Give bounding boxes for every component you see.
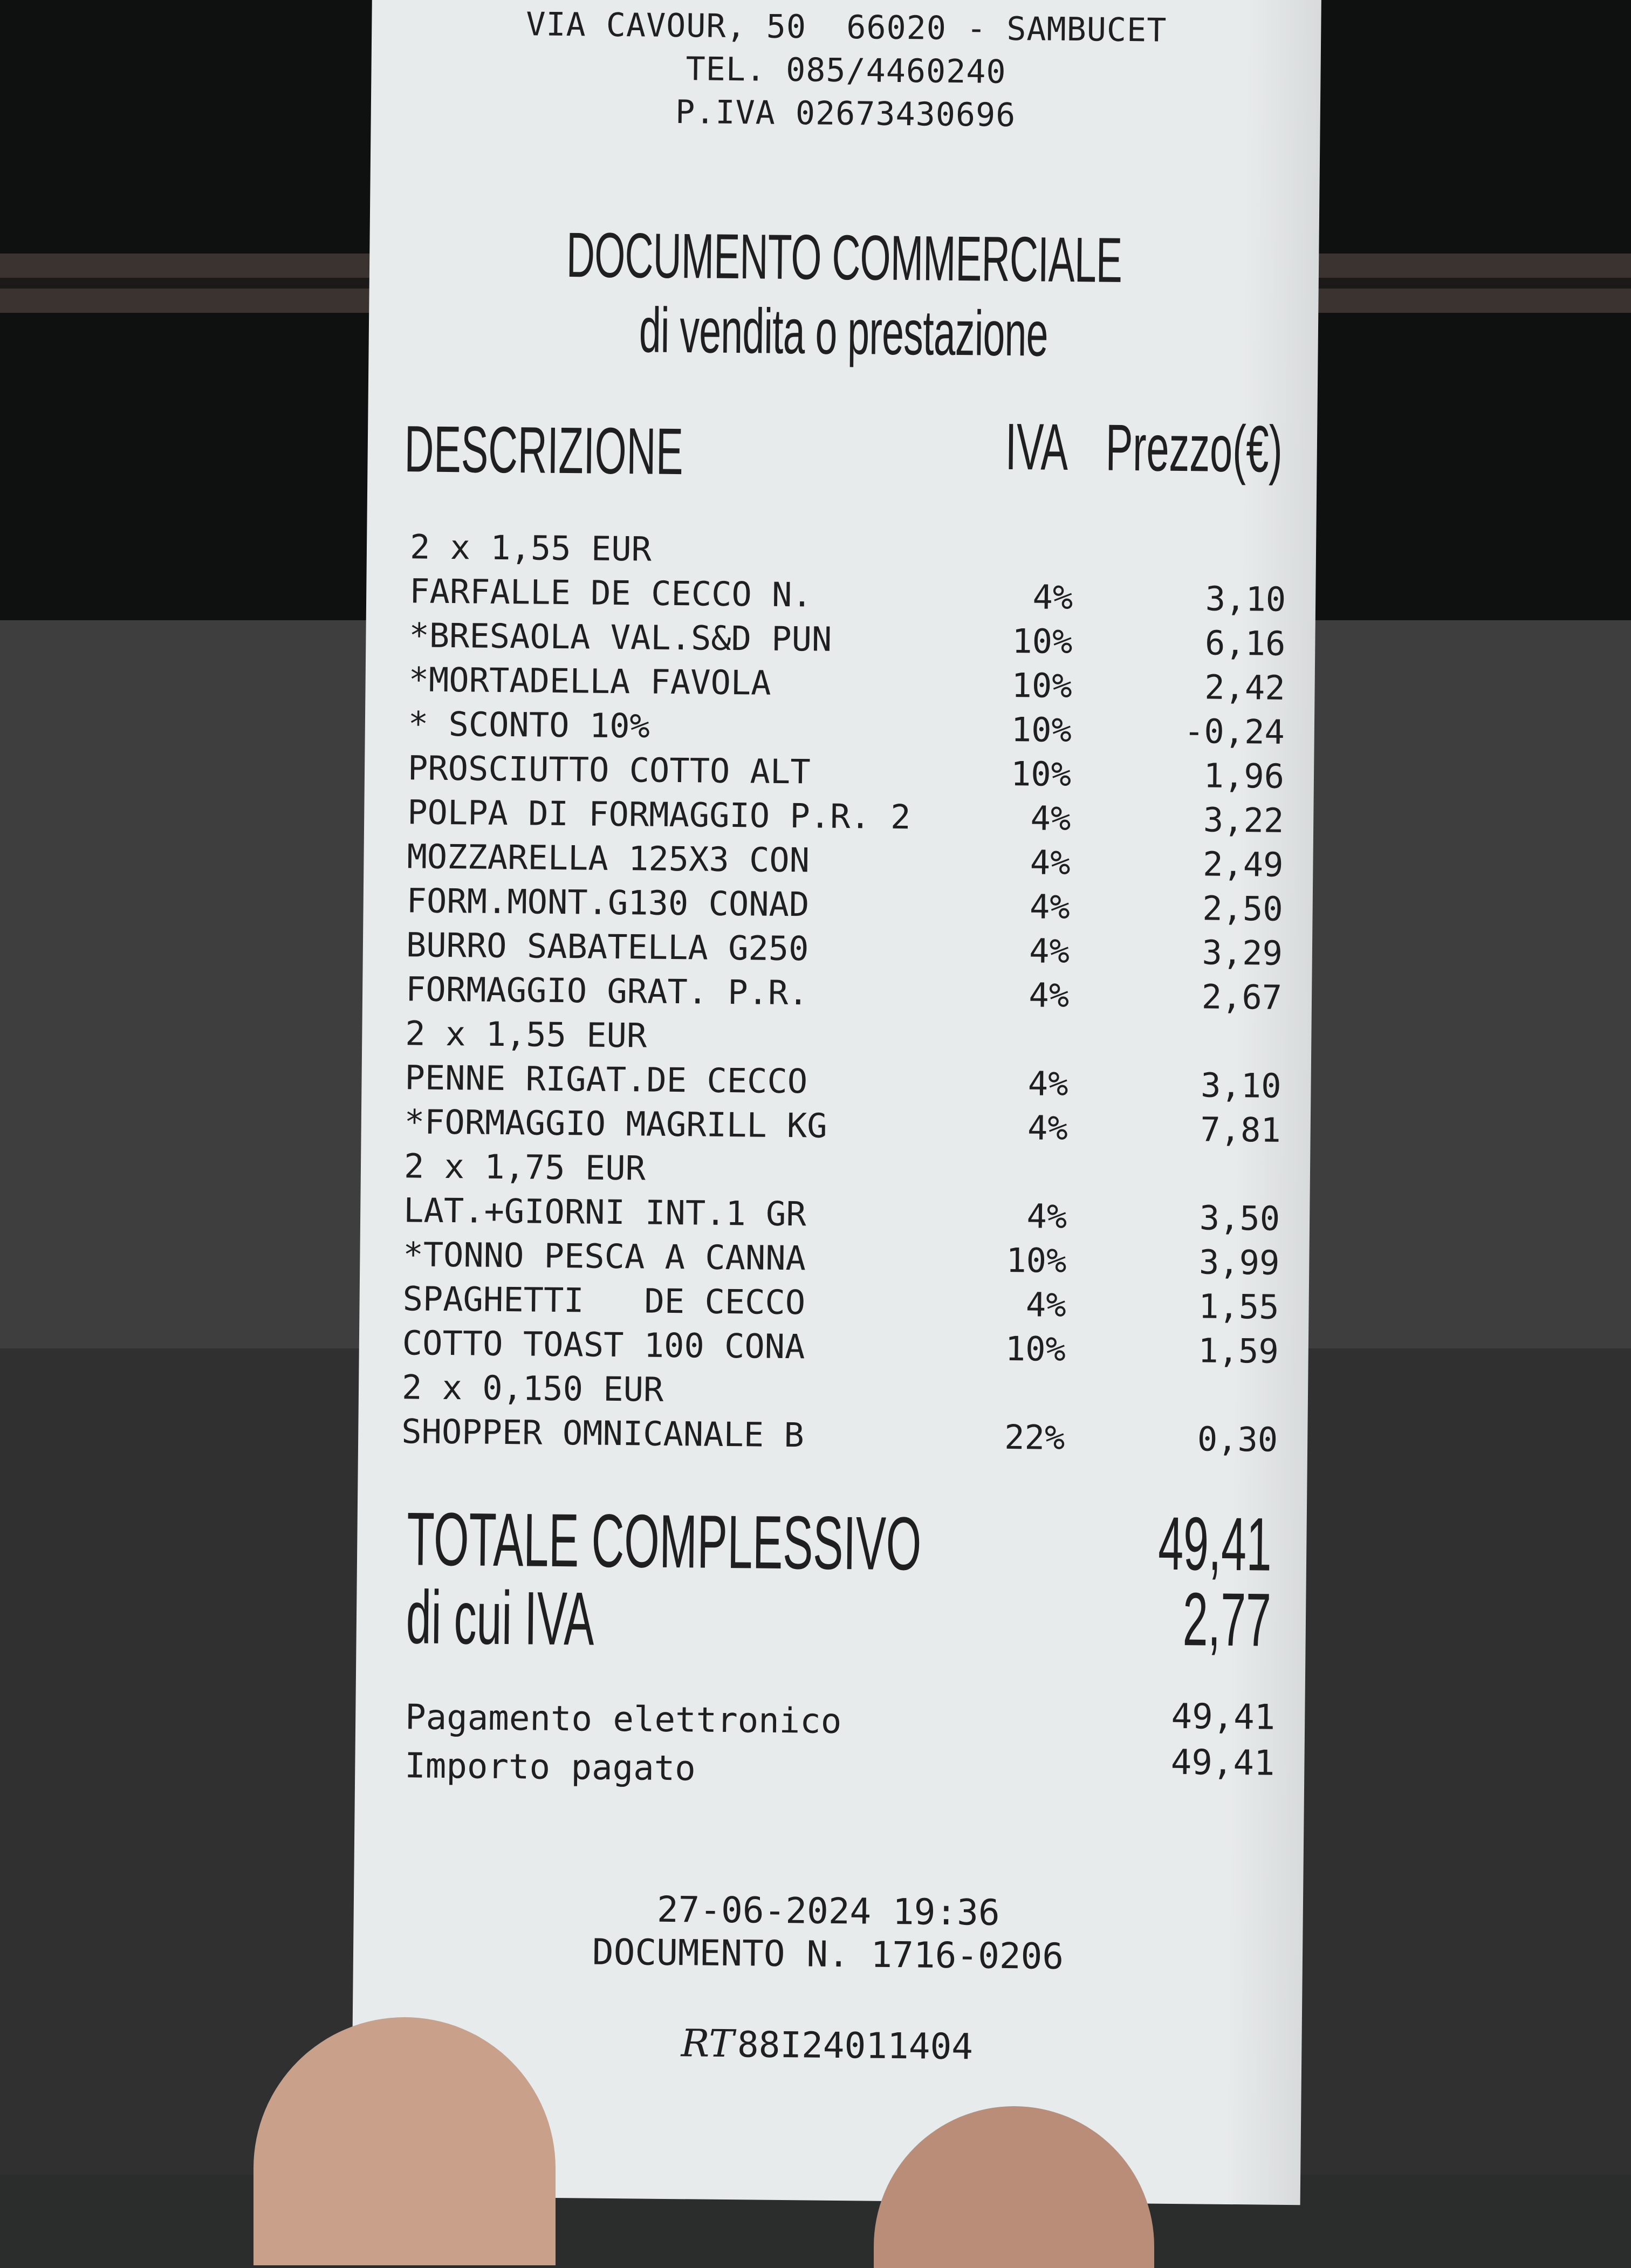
- item-price: 3,29: [1202, 933, 1283, 973]
- document-datetime: 27-06-2024 19:36: [656, 1888, 1000, 1934]
- total-value: 49,41: [1157, 1500, 1272, 1587]
- item-description: * SCONTO 10%: [408, 704, 650, 746]
- document-subtitle: di vendita o prestazione: [639, 294, 1048, 370]
- column-header-description: DESCRIZIONE: [404, 412, 684, 489]
- item-vat-rate: 4%: [1026, 1196, 1067, 1237]
- rt-code: 88I24011404: [737, 2024, 974, 2068]
- vat-label: di cui IVA: [406, 1574, 595, 1661]
- item-description: *MORTADELLA FAVOLA: [408, 660, 771, 703]
- item-vat-rate: 10%: [1012, 621, 1073, 662]
- amount-paid-value: 49,41: [1170, 1742, 1275, 1784]
- item-vat-rate: 10%: [1011, 709, 1072, 750]
- item-price: -0,24: [1183, 711, 1285, 752]
- item-vat-rate: 4%: [1029, 887, 1071, 927]
- item-description: SHOPPER OMNICANALE B: [401, 1411, 805, 1455]
- item-vat-rate: 4%: [1032, 577, 1073, 618]
- payment-method-label: Pagamento elettronico: [405, 1697, 842, 1742]
- item-vat-rate: 10%: [1011, 665, 1072, 706]
- item-description: POLPA DI FORMAGGIO P.R. 2: [407, 792, 911, 837]
- item-vat-rate: 4%: [1029, 975, 1070, 1016]
- item-description: 2 x 1,55 EUR: [405, 1013, 647, 1056]
- store-vat-number: P.IVA 02673430696: [675, 93, 1016, 135]
- item-price: 0,30: [1197, 1419, 1278, 1460]
- item-price: 1,59: [1198, 1331, 1279, 1371]
- item-price: 3,22: [1203, 800, 1284, 840]
- item-description: LAT.+GIORNI INT.1 GR: [403, 1190, 807, 1234]
- item-description: 2 x 1,55 EUR: [409, 527, 652, 569]
- item-description: SPAGHETTI DE CECCO: [402, 1279, 806, 1323]
- item-price: 2,42: [1204, 667, 1285, 708]
- item-price: 6,16: [1204, 623, 1286, 663]
- receipt: VIA CAVOUR, 50 66020 - SAMBUCET TEL. 085…: [351, 0, 1321, 2205]
- column-header-iva: IVA: [1005, 409, 1068, 484]
- item-description: *BRESAOLA VAL.S&D PUN: [409, 615, 832, 659]
- amount-paid-label: Importo pagato: [404, 1746, 696, 1789]
- item-description: BURRO SABATELLA G250: [406, 925, 809, 969]
- item-vat-rate: 10%: [1010, 753, 1072, 794]
- item-vat-rate: 4%: [1027, 1064, 1068, 1104]
- item-price: 1,55: [1198, 1286, 1279, 1327]
- item-description: FORMAGGIO GRAT. P.R.: [405, 969, 809, 1013]
- item-description: 2 x 1,75 EUR: [403, 1146, 646, 1188]
- document-number: DOCUMENTO N. 1716-0206: [592, 1931, 1064, 1978]
- item-price: 2,67: [1201, 977, 1283, 1017]
- store-phone: TEL. 085/4460240: [686, 50, 1006, 91]
- item-vat-rate: 4%: [1029, 931, 1070, 971]
- item-row: SHOPPER OMNICANALE B 22% 0,30: [358, 1411, 1308, 1464]
- item-description: *TONNO PESCA A CANNA: [403, 1235, 806, 1278]
- rt-logo: RT: [681, 2021, 735, 2066]
- item-price: 3,99: [1198, 1242, 1280, 1283]
- item-price: 3,10: [1205, 579, 1286, 619]
- item-description: PROSCIUTTO COTTO ALT: [407, 748, 811, 792]
- item-vat-rate: 4%: [1030, 842, 1071, 883]
- item-vat-rate: 4%: [1025, 1285, 1066, 1325]
- item-description: MOZZARELLA 125X3 CON: [407, 837, 810, 880]
- item-description: PENNE RIGAT.DE CECCO: [405, 1058, 808, 1101]
- item-description: 2 x 0,150 EUR: [401, 1367, 664, 1409]
- item-price: 2,49: [1202, 844, 1284, 885]
- item-price: 1,96: [1203, 756, 1285, 796]
- item-vat-rate: 22%: [1004, 1417, 1065, 1458]
- item-vat-rate: 10%: [1005, 1328, 1066, 1369]
- vat-value: 2,77: [1182, 1577, 1271, 1662]
- item-price: 2,50: [1202, 888, 1284, 929]
- item-description: COTTO TOAST 100 CONA: [402, 1323, 805, 1367]
- item-description: *FORMAGGIO MAGRILL KG: [404, 1102, 827, 1146]
- item-description: FORM.MONT.G130 CONAD: [406, 881, 810, 924]
- item-price: 7,81: [1200, 1109, 1282, 1150]
- payment-method-value: 49,41: [1171, 1696, 1276, 1738]
- document-title: DOCUMENTO COMMERCIALE: [566, 220, 1122, 296]
- item-price: 3,50: [1199, 1198, 1280, 1238]
- item-vat-rate: 4%: [1027, 1108, 1068, 1148]
- column-header-price: Prezzo(€): [1105, 410, 1283, 486]
- item-vat-rate: 4%: [1030, 798, 1071, 839]
- store-address: VIA CAVOUR, 50 66020 - SAMBUCET: [526, 5, 1167, 50]
- item-price: 3,10: [1200, 1065, 1282, 1106]
- item-description: FARFALLE DE CECCO N.: [409, 571, 813, 615]
- item-vat-rate: 10%: [1006, 1240, 1067, 1281]
